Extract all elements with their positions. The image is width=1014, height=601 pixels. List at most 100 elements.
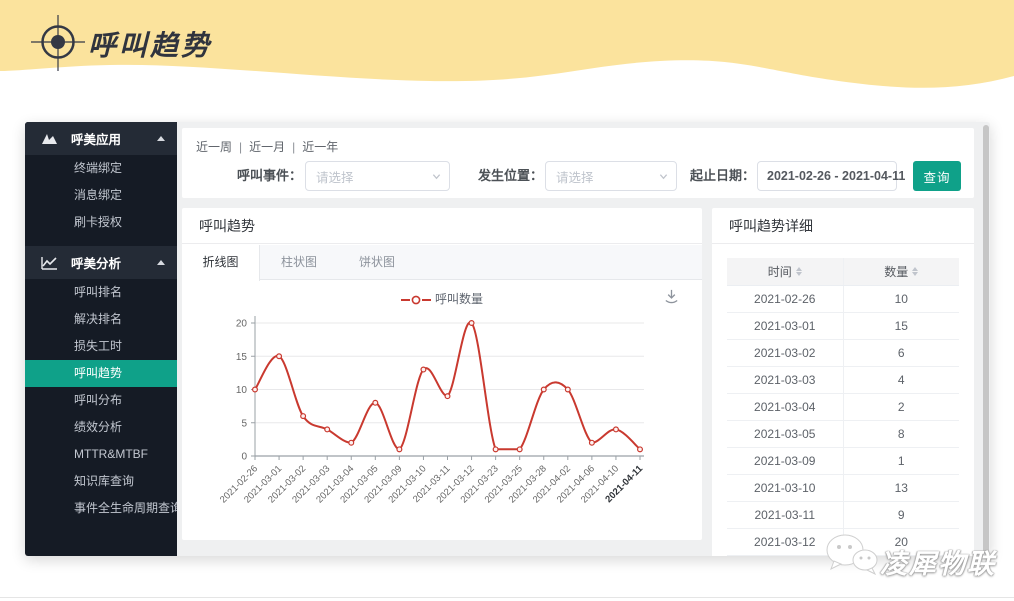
- detail-table-header[interactable]: 数量: [842, 258, 959, 286]
- content-area: 近一周近一月近一年 呼叫事件： 请选择 发生位置： 请选择 起止日期： 2021…: [177, 122, 990, 556]
- quick-range-link[interactable]: 近一年: [285, 140, 338, 154]
- location-placeholder: 请选择: [556, 170, 594, 185]
- svg-text:20: 20: [236, 319, 248, 330]
- date-cell: 2021-03-12: [727, 528, 843, 556]
- chart-type-tab[interactable]: 柱状图: [260, 245, 338, 280]
- date-cell: 2021-03-09: [727, 447, 843, 475]
- trend-line-chart[interactable]: 051015202021-02-262021-03-012021-03-0220…: [208, 306, 670, 534]
- date-cell: 2021-03-10: [727, 474, 843, 502]
- app-icon: [42, 133, 57, 144]
- detail-table: 时间 数量 2021-02-26 10 2021-03-01 15 2021-0…: [727, 258, 959, 556]
- chart-type-tab[interactable]: 饼状图: [338, 245, 416, 280]
- svg-text:15: 15: [236, 352, 248, 363]
- date-cell: 2021-03-11: [727, 501, 843, 529]
- dashboard-card: 呼美应用 终端绑定 消息绑定 刷卡授权 呼美分析 呼叫排名 解决排名 损失工时 呼叫趋势呼…: [25, 122, 990, 556]
- legend-label: 呼叫数量: [434, 292, 483, 306]
- svg-text:0: 0: [241, 452, 247, 463]
- date-cell: 2021-03-04: [727, 393, 843, 421]
- sidebar-item[interactable]: MTTR&MTBF: [25, 441, 177, 468]
- chart-panel-title: 呼叫趋势: [182, 208, 702, 244]
- column-label: 数量: [884, 264, 909, 279]
- page-title: 呼叫趋势: [88, 30, 213, 61]
- download-icon[interactable]: [663, 288, 680, 305]
- page: 呼叫趋势 呼美应用 终端绑定 消息绑定 刷卡授权 呼美分析 呼叫排名 解决排名 损失工时…: [0, 0, 1014, 601]
- svg-text:5: 5: [241, 418, 247, 429]
- table-row: 2021-03-09 1: [727, 447, 959, 475]
- location-select[interactable]: 请选择: [545, 161, 677, 191]
- sidebar-item[interactable]: 绩效分析: [25, 414, 177, 441]
- count-cell: 6: [842, 339, 959, 367]
- sidebar-item[interactable]: 知识库查询: [25, 468, 177, 495]
- sidebar-item[interactable]: 解决排名: [25, 306, 177, 333]
- table-row: 2021-03-01 15: [727, 312, 959, 340]
- search-button[interactable]: 查询: [913, 161, 961, 191]
- legend-line-marker: [400, 295, 431, 305]
- sort-icon[interactable]: [912, 266, 919, 276]
- filter-panel: 近一周近一月近一年 呼叫事件： 请选择 发生位置： 请选择 起止日期： 2021…: [182, 128, 974, 198]
- call-event-select[interactable]: 请选择: [305, 161, 450, 191]
- date-range-label: 起止日期：: [690, 168, 756, 183]
- date-range-value: 2021-02-26 - 2021-04-11: [767, 169, 906, 183]
- sidebar-item[interactable]: 呼叫分布: [25, 387, 177, 414]
- line-chart-icon: [41, 256, 57, 270]
- count-cell: 20: [842, 528, 959, 556]
- location-label: 发生位置：: [478, 168, 544, 183]
- chart-panel: 呼叫趋势 折线图 柱状图 饼状图 呼叫数量 0 5 10 15 20 2021-02-26 20: [182, 208, 702, 540]
- date-cell: 2021-03-03: [727, 366, 843, 394]
- call-event-label: 呼叫事件：: [237, 168, 303, 183]
- count-cell: 15: [842, 312, 959, 340]
- page-bottom-border: [0, 597, 1014, 598]
- sidebar-group-label: 呼美应用: [71, 133, 122, 147]
- chevron-down-icon: [432, 173, 441, 179]
- date-range-input[interactable]: 2021-02-26 - 2021-04-11: [757, 161, 905, 191]
- quick-range-link[interactable]: 近一周: [196, 140, 232, 154]
- detail-panel-title: 呼叫趋势详细: [712, 208, 974, 244]
- quick-range-link[interactable]: 近一月: [232, 140, 285, 154]
- chart-type-tabs: 折线图 柱状图 饼状图: [182, 245, 702, 281]
- call-event-placeholder: 请选择: [316, 170, 354, 185]
- sidebar-item[interactable]: 刷卡授权: [25, 209, 177, 236]
- chart-legend[interactable]: 呼叫数量: [182, 290, 702, 307]
- sidebar-item[interactable]: 事件全生命周期查询: [25, 495, 177, 522]
- table-row: 2021-03-02 6: [727, 339, 959, 367]
- sidebar-group-call-analysis[interactable]: 呼美分析: [25, 246, 177, 279]
- sidebar-group-label: 呼美分析: [71, 257, 122, 271]
- date-cell: 2021-03-02: [727, 339, 843, 367]
- chevron-up-icon: [157, 136, 165, 141]
- chevron-down-icon: [659, 173, 668, 179]
- sidebar-item[interactable]: 消息绑定: [25, 182, 177, 209]
- date-cell: 2021-02-26: [727, 285, 843, 313]
- table-row: 2021-03-11 9: [727, 501, 959, 529]
- filter-row: 呼叫事件： 请选择 发生位置： 请选择 起止日期： 2021-02-26 - 2…: [182, 161, 974, 191]
- count-cell: 9: [842, 501, 959, 529]
- chart-type-tab[interactable]: 折线图: [182, 245, 260, 281]
- chevron-up-icon: [157, 260, 165, 265]
- sort-icon[interactable]: [795, 266, 802, 276]
- sidebar-item[interactable]: 终端绑定: [25, 155, 177, 182]
- svg-text:10: 10: [236, 385, 248, 396]
- table-row: 2021-03-03 4: [727, 366, 959, 394]
- table-row: 2021-03-04 2: [727, 393, 959, 421]
- date-cell: 2021-03-05: [727, 420, 843, 448]
- sidebar-item[interactable]: 呼叫趋势: [25, 360, 177, 387]
- crosshair-target-icon: [31, 15, 85, 71]
- sidebar-group-items: 呼叫排名 解决排名 损失工时 呼叫趋势 呼叫分布 绩效分析 MTTR&MTBF 知识库查询 事件…: [25, 279, 177, 522]
- vertical-scrollbar[interactable]: [983, 125, 989, 553]
- detail-table-header[interactable]: 时间: [727, 258, 843, 286]
- sidebar-item[interactable]: 损失工时: [25, 333, 177, 360]
- sidebar-item[interactable]: 呼叫排名: [25, 279, 177, 306]
- table-row: 2021-03-12 20: [727, 528, 959, 556]
- table-row: 2021-03-05 8: [727, 420, 959, 448]
- count-cell: 4: [842, 366, 959, 394]
- count-cell: 1: [842, 447, 959, 475]
- table-row: 2021-03-10 13: [727, 474, 959, 502]
- table-row: 2021-02-26 10: [727, 285, 959, 313]
- count-cell: 13: [842, 474, 959, 502]
- sidebar-group-items: 终端绑定 消息绑定 刷卡授权: [25, 155, 177, 236]
- column-label: 时间: [767, 264, 792, 279]
- count-cell: 10: [842, 285, 959, 313]
- sidebar-group-call-apps[interactable]: 呼美应用: [25, 122, 177, 155]
- date-cell: 2021-03-01: [727, 312, 843, 340]
- quick-range-links: 近一周近一月近一年: [196, 138, 338, 155]
- count-cell: 2: [842, 393, 959, 421]
